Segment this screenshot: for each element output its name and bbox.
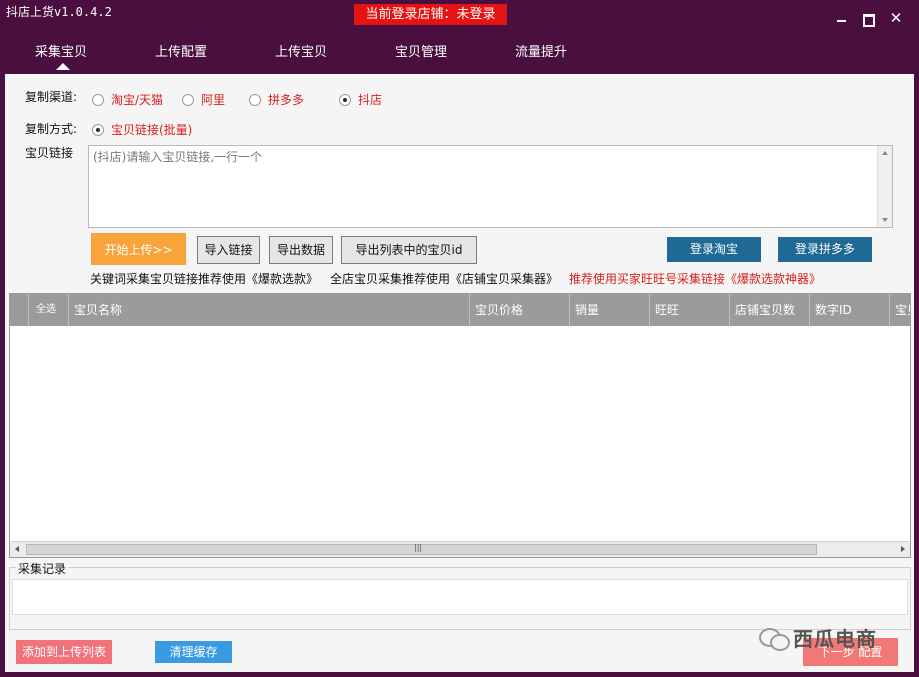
links-label: 宝贝链接 [25,146,74,160]
radio-dot [182,93,194,106]
col-item[interactable]: 宝贝 [890,294,910,326]
wechat-icon [757,625,793,651]
col-numeric-id[interactable]: 数字ID [810,294,890,326]
watermark-text: 西瓜电商 [793,627,877,651]
nav-item-manage[interactable]: 宝贝管理 [395,41,447,60]
table-horizontal-scrollbar[interactable]: ||| [10,541,910,557]
active-tab-indicator [56,63,70,70]
nav-upload-items[interactable]: 上传宝贝 [275,41,327,60]
grip-icon: ||| [414,543,423,552]
nav-upload-config[interactable]: 上传配置 [155,41,207,60]
login-pdd-button[interactable]: 登录拼多多 [778,237,872,262]
scroll-right-icon[interactable] [901,546,905,552]
row-header-col [10,294,29,326]
minimize-button[interactable] [832,8,852,28]
nav-traffic[interactable]: 流量提升 [515,41,567,60]
watermark: 西瓜电商 [757,623,877,652]
scroll-left-icon[interactable] [15,546,19,552]
radio-pdd[interactable]: 拼多多 [249,91,304,108]
main-panel: 复制渠道: 淘宝/天猫 阿里 拼多多 抖店 复制方式: 宝贝链接(批量) 宝贝链… [5,74,914,672]
record-group: 采集记录 [9,560,911,630]
table-header: 全选 宝贝名称 宝贝价格 销量 旺旺 店铺宝贝数 数字ID 宝贝 [10,294,910,326]
tip-wangwang[interactable]: 推荐使用买家旺旺号采集链接《爆款选款神器》 [569,270,821,287]
export-data-button[interactable]: 导出数据 [269,236,333,264]
radio-douyin[interactable]: 抖店 [339,91,382,108]
col-select-all[interactable]: 全选 [29,294,69,326]
col-shop-count[interactable]: 店铺宝贝数 [730,294,810,326]
radio-taobao[interactable]: 淘宝/天猫 [92,91,163,108]
export-ids-button[interactable]: 导出列表中的宝贝id [341,236,477,264]
col-wangwang[interactable]: 旺旺 [650,294,730,326]
col-title[interactable]: 宝贝名称 [69,294,470,326]
tip-keyword[interactable]: 关键词采集宝贝链接推荐使用《爆款选款》 [90,270,318,287]
clear-cache-button[interactable]: 清理缓存 [155,641,232,663]
import-links-button[interactable]: 导入链接 [197,236,260,264]
radio-label: 拼多多 [268,93,305,107]
login-status-badge: 当前登录店铺：未登录 [354,4,507,25]
tip-shop[interactable]: 全店宝贝采集推荐使用《店铺宝贝采集器》 [330,270,558,287]
radio-dot-selected [339,93,351,106]
record-log[interactable] [12,579,908,615]
col-sales[interactable]: 销量 [570,294,650,326]
scroll-down-icon[interactable] [882,218,888,222]
radio-label: 阿里 [201,93,226,107]
radio-item-link[interactable]: 宝贝链接(批量) [92,121,192,138]
nav-collect[interactable]: 采集宝贝 [35,41,87,60]
radio-dot-selected [92,123,104,136]
app-title: 抖店上货v1.0.4.2 [6,5,112,19]
radio-label: 抖店 [358,93,383,107]
links-scrollbar[interactable] [877,146,892,227]
copy-method-label: 复制方式: [25,122,78,136]
main-nav: 采集宝贝 上传配置 上传宝贝 宝贝管理 流量提升 [0,32,919,74]
radio-label: 淘宝/天猫 [111,93,164,107]
maximize-button[interactable] [858,8,878,28]
radio-dot [249,93,261,106]
copy-channel-label: 复制渠道: [25,90,78,104]
title-bar: 抖店上货v1.0.4.2 当前登录店铺：未登录 ✕ [0,0,919,32]
col-price[interactable]: 宝贝价格 [470,294,570,326]
radio-ali[interactable]: 阿里 [182,91,225,108]
record-title: 采集记录 [16,560,69,577]
items-table: 全选 宝贝名称 宝贝价格 销量 旺旺 店铺宝贝数 数字ID 宝贝 ||| [9,293,911,558]
radio-dot [92,93,104,106]
login-taobao-button[interactable]: 登录淘宝 [667,237,761,262]
radio-label: 宝贝链接(批量) [111,123,193,137]
close-button[interactable]: ✕ [886,8,906,28]
scroll-up-icon[interactable] [882,151,888,155]
links-textarea-box [88,145,893,228]
links-textarea[interactable] [89,146,877,227]
add-to-upload-button[interactable]: 添加到上传列表 [16,640,113,664]
start-upload-button[interactable]: 开始上传>> [91,233,186,265]
